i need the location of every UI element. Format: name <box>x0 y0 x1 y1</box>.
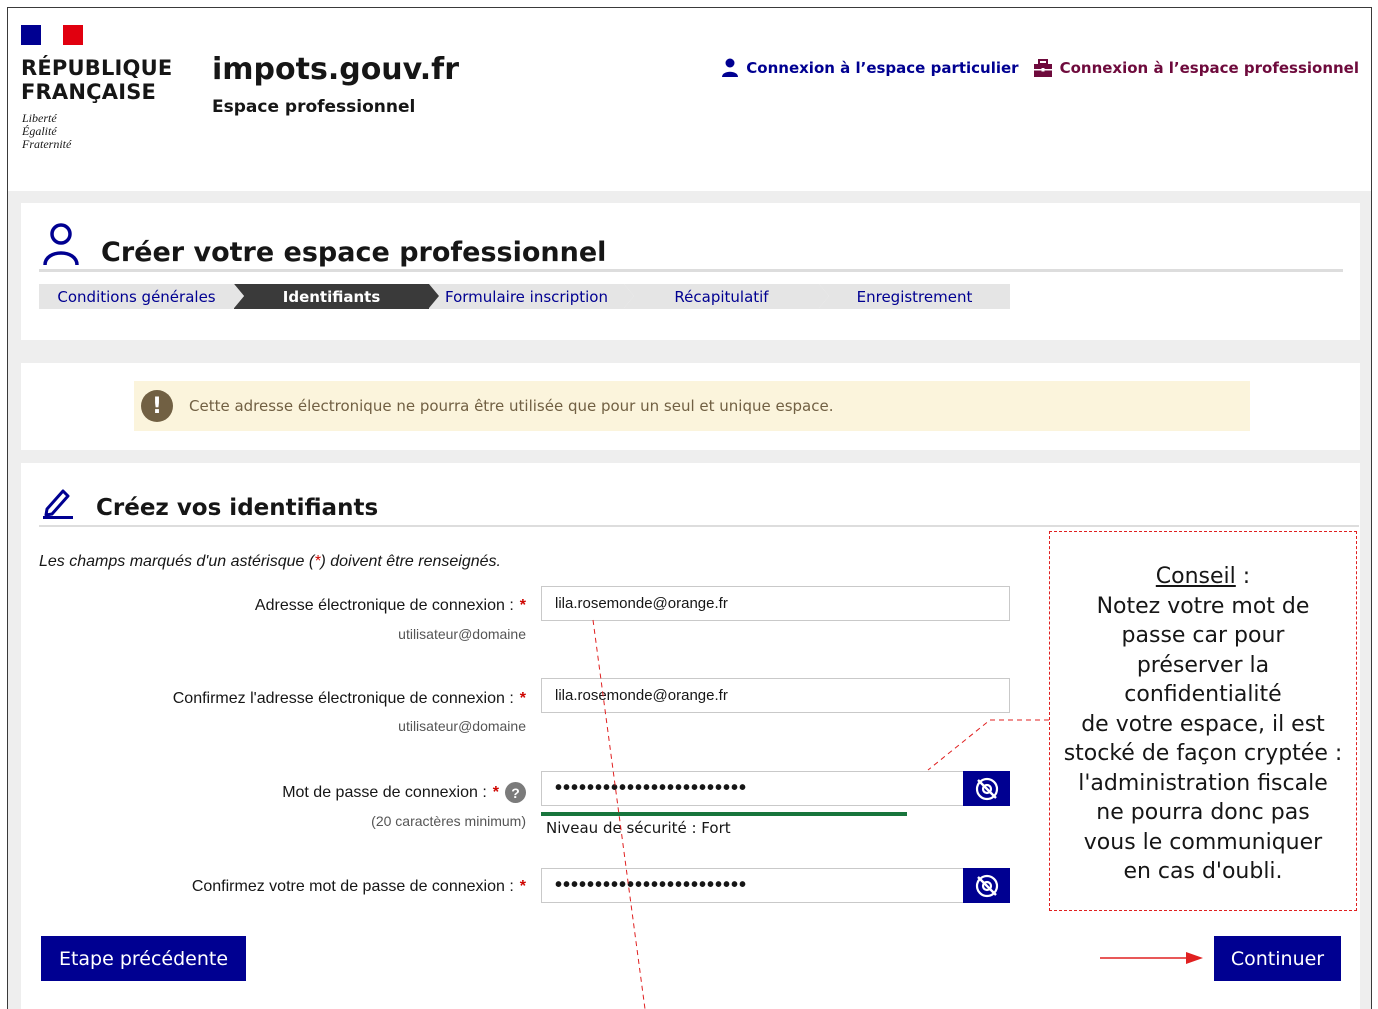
site-header: RÉPUBLIQUE FRANÇAISE Liberté Égalité Fra… <box>8 8 1371 191</box>
email-confirm-input[interactable]: lila.rosemonde@orange.fr <box>541 678 1010 713</box>
user-icon <box>722 58 739 77</box>
motto: Liberté Égalité Fraternité <box>22 112 71 151</box>
help-icon[interactable]: ? <box>505 782 526 803</box>
step-enregistrement[interactable]: Enregistrement <box>819 284 1010 309</box>
email-label: Adresse électronique de connexion : * <box>255 597 526 615</box>
form-title-divider <box>39 525 1359 527</box>
republique-francaise-logo: RÉPUBLIQUE FRANÇAISE <box>21 56 172 104</box>
site-subtitle: Espace professionnel <box>212 97 416 117</box>
step-identifiants[interactable]: Identifiants <box>234 284 439 309</box>
header-links: Connexion à l’espace particulier Connexi… <box>721 58 1359 78</box>
advice-colon: : <box>1235 564 1251 589</box>
required-note-text: Les champs marqués d'un astérisque ( <box>39 553 315 570</box>
password-hint: (20 caractères minimum) <box>371 813 526 829</box>
step-formulaire-inscription[interactable]: Formulaire inscription <box>429 284 634 309</box>
step-label: Formulaire inscription <box>445 287 608 306</box>
required-star: * <box>519 597 526 614</box>
step-label: Enregistrement <box>856 287 973 306</box>
required-note-text-end: ) doivent être renseignés. <box>320 553 501 570</box>
eye-off-icon <box>975 874 998 897</box>
advice-title: Conseil <box>1155 564 1236 589</box>
advice-heading: Conseil : <box>1050 562 1356 592</box>
wizard-title: Créer votre espace professionnel <box>101 237 607 268</box>
pencil-icon <box>43 489 73 519</box>
advice-line: vous le communiquer <box>1083 829 1323 855</box>
password-strength-bar <box>541 812 907 816</box>
password-label: Mot de passe de connexion : * ? <box>282 782 526 803</box>
email-confirm-label-text: Confirmez l'adresse électronique de conn… <box>172 690 514 707</box>
password-label-text: Mot de passe de connexion : <box>282 783 487 801</box>
step-recapitulatif[interactable]: Récapitulatif <box>624 284 829 309</box>
email-label-text: Adresse électronique de connexion : <box>254 597 514 614</box>
advice-line: l'administration fiscale <box>1078 770 1328 796</box>
email-confirm-label: Confirmez l'adresse électronique de conn… <box>173 690 526 708</box>
french-flag-logo <box>21 25 83 45</box>
advice-line: Notez votre mot de <box>1096 593 1310 619</box>
advice-line: stocké de façon cryptée : <box>1063 741 1343 766</box>
eye-off-icon <box>975 777 998 800</box>
warning-alert: ! Cette adresse électronique ne pourra ê… <box>134 381 1250 431</box>
motto-fraternite: Fraternité <box>22 137 72 151</box>
email-hint: utilisateur@domaine <box>398 626 526 642</box>
step-conditions-generales[interactable]: Conditions générales <box>39 284 244 309</box>
advice-callout: Conseil : Notez votre mot de passe car p… <box>1049 531 1357 911</box>
password-confirm-label: Confirmez votre mot de passe de connexio… <box>192 878 526 896</box>
advice-line: confidentialité <box>1124 682 1282 707</box>
required-star: * <box>519 878 526 895</box>
toggle-password-confirm-visibility-button[interactable] <box>963 868 1010 903</box>
alert-text: Cette adresse électronique ne pourra êtr… <box>189 397 834 415</box>
logo-line-1: RÉPUBLIQUE <box>21 56 173 80</box>
required-star: * <box>492 783 499 801</box>
connexion-particulier-label: Connexion à l’espace particulier <box>746 59 1019 77</box>
password-strength-text: Niveau de sécurité : Fort <box>546 819 731 837</box>
site-title[interactable]: impots.gouv.fr <box>212 52 459 87</box>
email-confirm-hint: utilisateur@domaine <box>398 718 526 734</box>
connexion-professionnel-link[interactable]: Connexion à l’espace professionnel <box>1033 58 1359 78</box>
required-fields-note: Les champs marqués d'un astérisque (*) d… <box>39 553 501 571</box>
person-outline-icon <box>43 223 79 266</box>
title-divider <box>39 269 1343 272</box>
logo-line-2: FRANÇAISE <box>21 80 157 104</box>
wizard-steps: Conditions générales Identifiants Formul… <box>39 284 1010 309</box>
wizard-card: Créer votre espace professionnel Conditi… <box>21 203 1360 340</box>
advice-line: ne pourra donc pas <box>1096 800 1310 825</box>
advice-line: de votre espace, il est <box>1081 711 1325 737</box>
continue-button[interactable]: Continuer <box>1214 936 1341 981</box>
required-star: * <box>519 690 526 707</box>
exclamation-icon: ! <box>141 390 173 422</box>
step-label: Identifiants <box>282 287 381 306</box>
advice-text: Conseil : Notez votre mot de passe car p… <box>1050 562 1356 887</box>
step-label: Conditions générales <box>57 287 216 306</box>
toggle-password-visibility-button[interactable] <box>963 771 1010 806</box>
connexion-particulier-link[interactable]: Connexion à l’espace particulier <box>721 58 1019 78</box>
password-input[interactable]: •••••••••••••••••••••••• <box>541 771 964 806</box>
form-title: Créez vos identifiants <box>96 495 379 521</box>
password-confirm-label-text: Confirmez votre mot de passe de connexio… <box>191 878 514 895</box>
advice-line: préserver la <box>1136 652 1270 678</box>
advice-line: passe car pour <box>1121 623 1285 648</box>
connexion-professionnel-label: Connexion à l’espace professionnel <box>1059 59 1359 77</box>
password-confirm-input[interactable]: •••••••••••••••••••••••• <box>541 868 964 903</box>
email-input[interactable]: lila.rosemonde@orange.fr <box>541 586 1010 621</box>
previous-step-button[interactable]: Etape précédente <box>41 936 246 981</box>
alert-card: ! Cette adresse électronique ne pourra ê… <box>21 363 1360 450</box>
step-label: Récapitulatif <box>674 287 769 306</box>
briefcase-icon <box>1033 58 1052 77</box>
advice-line: en cas d'oubli. <box>1123 859 1283 884</box>
